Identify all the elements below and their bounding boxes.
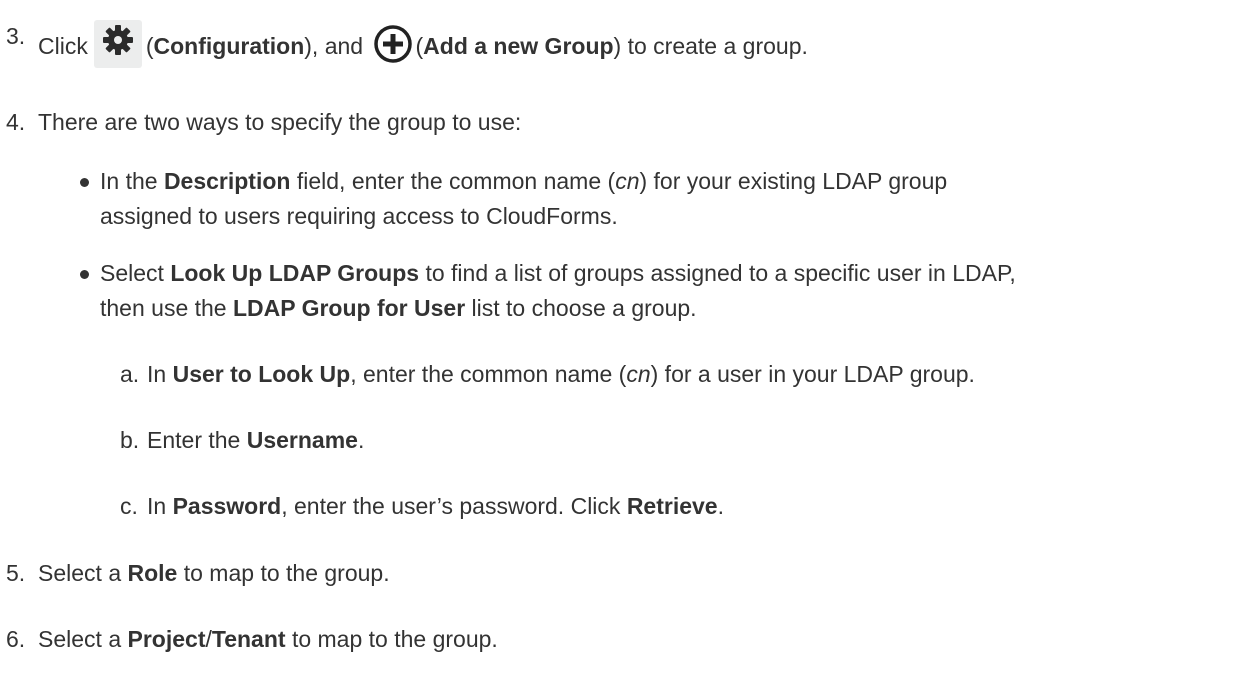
add-group-label: Add a new Group (423, 33, 614, 59)
text-and: ), and (304, 33, 364, 59)
project-label: Project (127, 626, 206, 652)
step-text: Click (Configuration), and (Add a new Gro… (38, 20, 808, 68)
step-number: 4. (6, 109, 26, 135)
step-text: There are two ways to specify the group … (38, 109, 522, 135)
text: , enter the common name ( (350, 361, 627, 387)
password-label: Password (172, 493, 282, 519)
text: In (147, 493, 167, 519)
text-create-group: ) to create a group. (613, 33, 808, 59)
substep-text: In Password, enter the user’s password. … (147, 490, 724, 522)
bullet-2-line-2: then use the LDAP Group for User list to… (100, 292, 697, 324)
bullet-dot (80, 178, 89, 187)
text: . (717, 493, 724, 519)
retrieve-label: Retrieve (626, 493, 718, 519)
text: ) for your existing LDAP group (639, 168, 948, 194)
text-click: Click (38, 33, 88, 59)
text: Select (100, 260, 164, 286)
configuration-label: Configuration (153, 33, 305, 59)
text: then use the (100, 295, 227, 321)
text: In the (100, 168, 158, 194)
text: field, enter the common name ( (296, 168, 616, 194)
step-number: 3. (6, 23, 26, 49)
text: In (147, 361, 167, 387)
tenant-label: Tenant (211, 626, 286, 652)
text: to map to the group. (183, 560, 390, 586)
substep-label: b. (120, 427, 140, 453)
bullet-1-line-1: In the Description field, enter the comm… (100, 165, 947, 197)
description-label: Description (163, 168, 291, 194)
text: Select a (38, 626, 122, 652)
bullet-1-line-2: assigned to users requiring access to Cl… (100, 203, 618, 229)
substep-label: c. (120, 493, 138, 519)
text: . (357, 427, 365, 453)
cn-term: cn (615, 168, 640, 194)
ldap-group-for-user-label: LDAP Group for User (233, 295, 466, 321)
step-number: 6. (6, 626, 26, 652)
text: , enter the user’s password. Click (281, 493, 621, 519)
look-up-ldap-groups-label: Look Up LDAP Groups (170, 260, 420, 286)
gear-icon (93, 20, 142, 68)
step-number: 5. (6, 560, 26, 586)
add-circle-icon (374, 25, 413, 63)
document-page: 3. Click (Configuration), and (Add a new … (0, 0, 1234, 684)
text: Select a (38, 560, 122, 586)
username-label: Username (246, 427, 358, 453)
bullet-dot (80, 270, 89, 279)
text: Enter the (147, 427, 241, 453)
user-to-look-up-label: User to Look Up (172, 361, 351, 387)
substep-text: In User to Look Up, enter the common nam… (147, 358, 975, 390)
step-text: Select a Project/Tenant to map to the gr… (38, 623, 498, 655)
paren-open: ( (145, 33, 154, 59)
substep-label: a. (120, 361, 140, 387)
cn-term: cn (626, 361, 651, 387)
text: to map to the group. (291, 626, 498, 652)
text: list to choose a group. (471, 295, 697, 321)
text: ) for a user in your LDAP group. (650, 361, 975, 387)
text: to find a list of groups assigned to a s… (425, 260, 1016, 286)
role-label: Role (127, 560, 178, 586)
paren-open: ( (415, 33, 424, 59)
step-text: Select a Role to map to the group. (38, 557, 390, 589)
bullet-2-line-1: Select Look Up LDAP Groups to find a lis… (100, 257, 1016, 289)
substep-text: Enter the Username. (147, 424, 364, 456)
